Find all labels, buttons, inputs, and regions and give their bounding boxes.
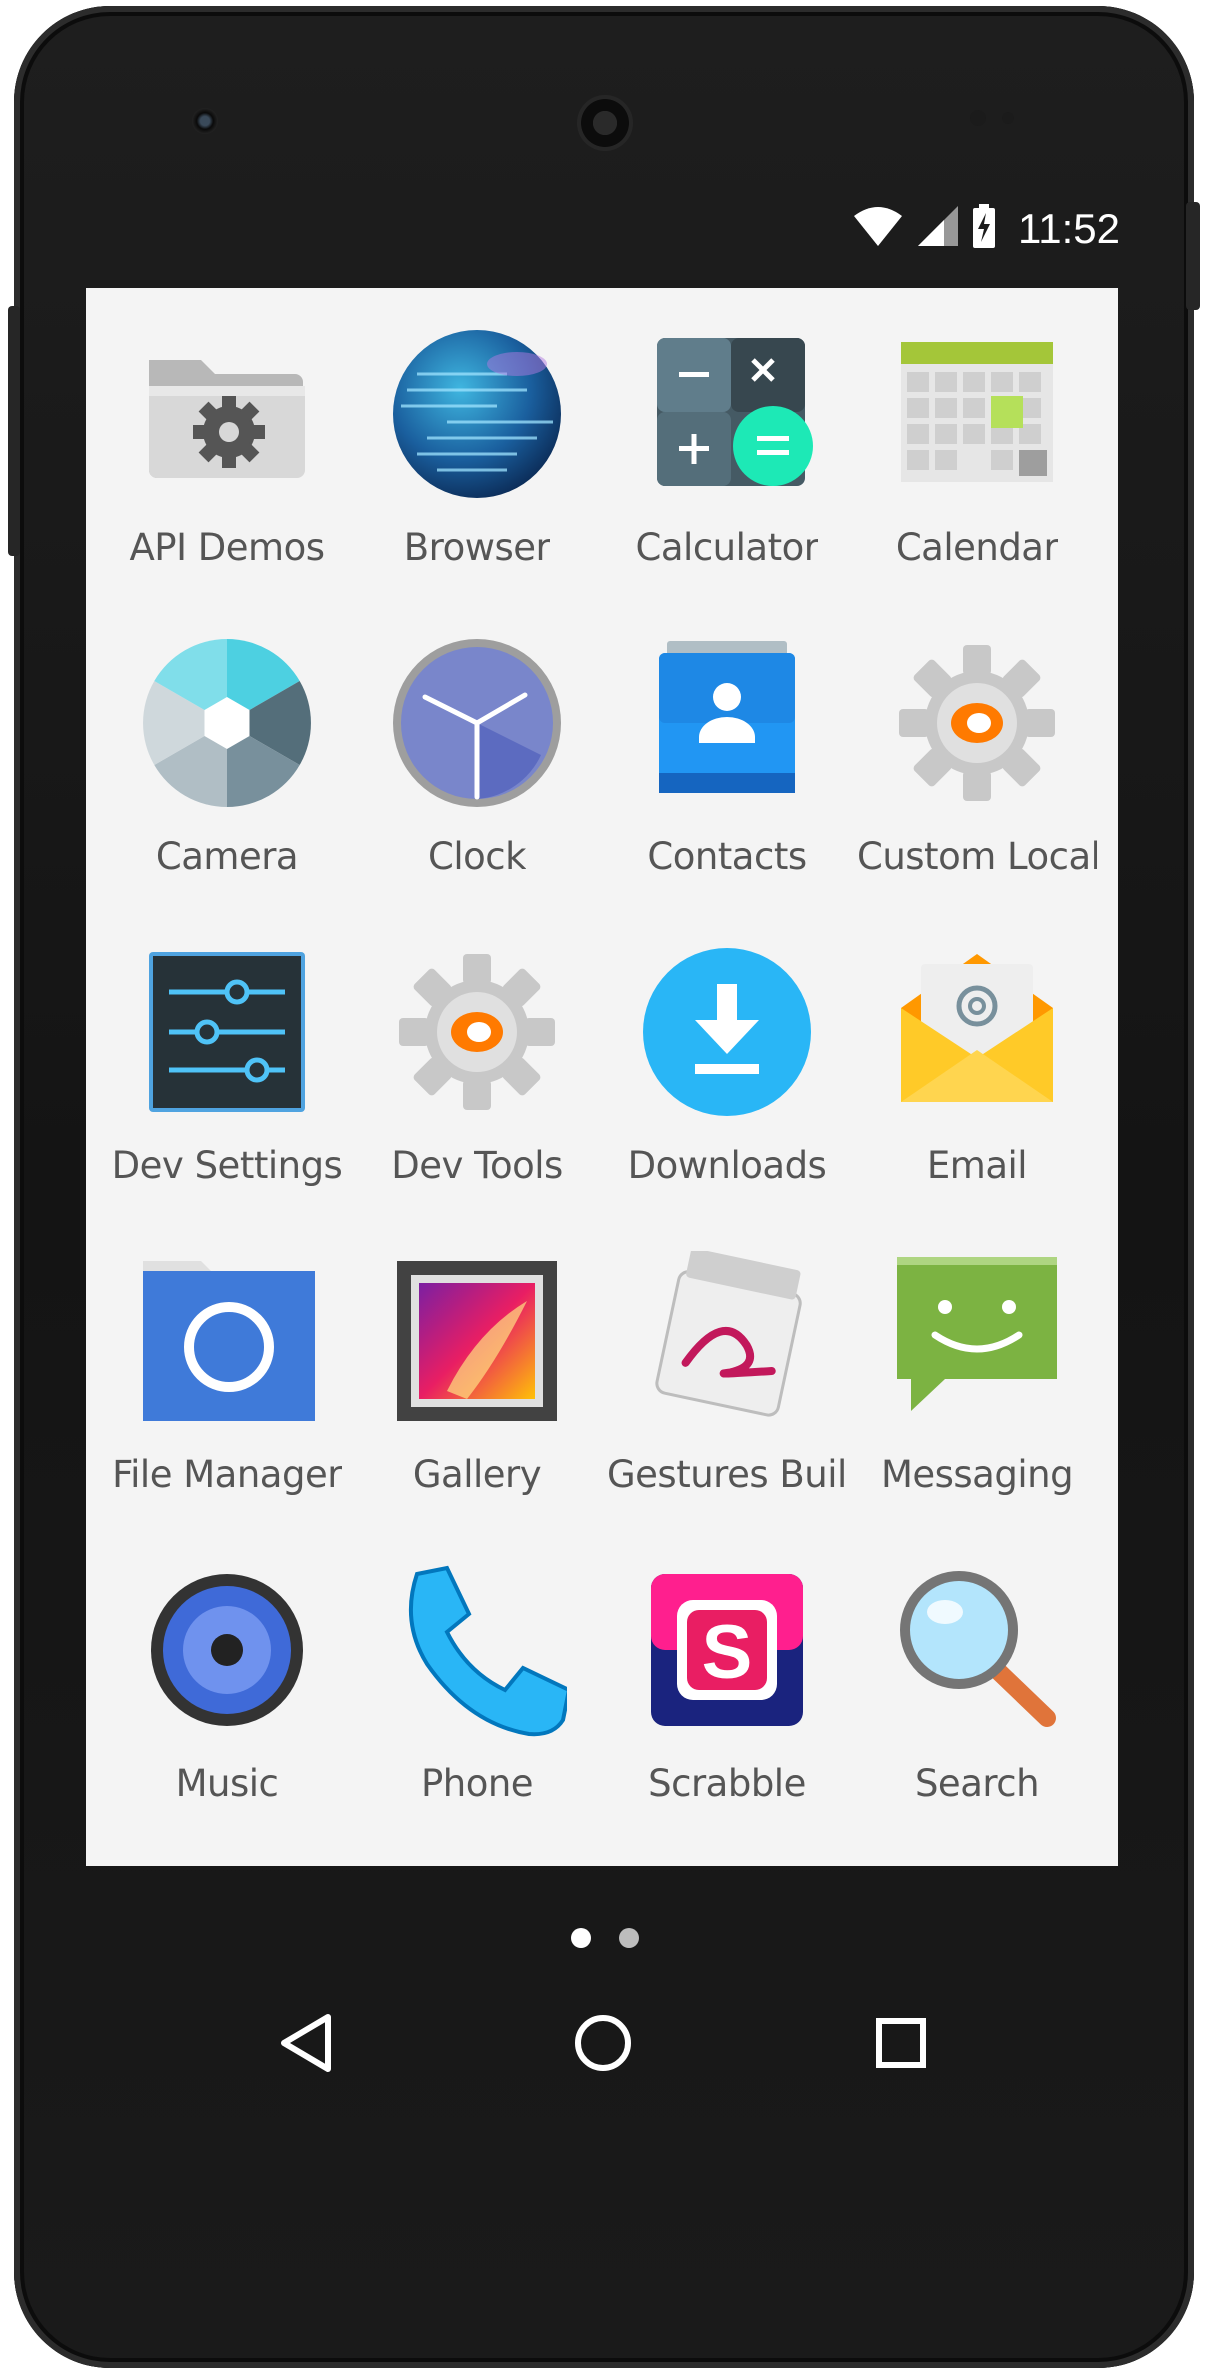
app-label: Downloads <box>627 1144 827 1187</box>
front-camera <box>192 108 218 134</box>
app-label: Camera <box>155 835 299 878</box>
back-triangle-icon <box>276 2011 336 2080</box>
app-phone[interactable]: Phone <box>352 1546 602 1855</box>
svg-text:S: S <box>702 1610 753 1695</box>
status-time: 11:52 <box>1018 204 1120 252</box>
app-label: Calendar <box>895 526 1059 569</box>
app-label: Contacts <box>647 835 807 878</box>
music-speaker-icon <box>137 1560 317 1740</box>
calculator-icon <box>637 324 817 504</box>
camera-shutter-icon <box>137 633 317 813</box>
app-downloads[interactable]: Downloads <box>602 928 852 1237</box>
app-messaging[interactable]: Messaging <box>852 1237 1102 1546</box>
app-calendar[interactable]: Calendar <box>852 310 1102 619</box>
app-email[interactable]: Email <box>852 928 1102 1237</box>
app-camera[interactable]: Camera <box>102 619 352 928</box>
wifi-icon <box>852 206 904 251</box>
custom-locale-gear-icon <box>887 633 1067 813</box>
app-music[interactable]: Music <box>102 1546 352 1855</box>
app-api-demos[interactable]: API Demos <box>102 310 352 619</box>
gestures-builder-icon <box>637 1251 817 1431</box>
file-manager-folder-icon <box>137 1251 317 1431</box>
navigation-bar <box>86 1990 1120 2100</box>
page-dot-inactive[interactable] <box>619 1928 639 1948</box>
contacts-icon <box>637 633 817 813</box>
email-envelope-icon <box>887 942 1067 1122</box>
app-drawer: API Demos Browser Calculator Calendar Ca… <box>86 288 1118 1866</box>
api-demos-folder-icon <box>137 324 317 504</box>
clock-icon <box>387 633 567 813</box>
search-magnifier-icon <box>887 1560 1067 1740</box>
app-label: Messaging <box>880 1453 1074 1496</box>
recents-button[interactable] <box>846 1990 956 2100</box>
messaging-icon <box>887 1251 1067 1431</box>
earpiece-speaker <box>577 95 633 151</box>
app-gestures-builder[interactable]: Gestures Buil… <box>602 1237 852 1546</box>
scrabble-icon: S <box>637 1560 817 1740</box>
app-contacts[interactable]: Contacts <box>602 619 852 928</box>
battery-charging-icon <box>972 204 996 253</box>
home-circle-icon <box>573 2013 633 2078</box>
gallery-picture-icon <box>387 1251 567 1431</box>
app-label: Phone <box>420 1762 534 1805</box>
app-label: Gestures Buil… <box>607 1453 847 1496</box>
browser-globe-icon <box>387 324 567 504</box>
app-label: Browser <box>403 526 551 569</box>
app-label: Calculator <box>635 526 819 569</box>
app-grid: API Demos Browser Calculator Calendar Ca… <box>86 310 1134 1855</box>
app-gallery[interactable]: Gallery <box>352 1237 602 1546</box>
app-label: Gallery <box>412 1453 542 1496</box>
page-dot-active[interactable] <box>571 1928 591 1948</box>
downloads-icon <box>637 942 817 1122</box>
dev-settings-sliders-icon <box>137 942 317 1122</box>
app-label: Music <box>175 1762 279 1805</box>
app-scrabble[interactable]: S Scrabble <box>602 1546 852 1855</box>
app-dev-tools[interactable]: Dev Tools <box>352 928 602 1237</box>
volume-button <box>8 306 20 556</box>
dev-tools-gear-icon <box>387 942 567 1122</box>
page-indicator <box>0 1928 1210 1948</box>
app-label: Email <box>926 1144 1028 1187</box>
app-label: Scrabble <box>648 1762 806 1805</box>
back-button[interactable] <box>251 1990 361 2100</box>
app-file-manager[interactable]: File Manager <box>102 1237 352 1546</box>
app-label: Search <box>914 1762 1040 1805</box>
app-label: Dev Tools <box>391 1144 563 1187</box>
app-label: File Manager <box>112 1453 342 1496</box>
app-label: API Demos <box>129 526 325 569</box>
app-dev-settings[interactable]: Dev Settings <box>102 928 352 1237</box>
app-label: Clock <box>427 835 527 878</box>
app-custom-locale[interactable]: Custom Locale <box>852 619 1102 928</box>
light-sensor <box>1002 112 1014 124</box>
app-clock[interactable]: Clock <box>352 619 602 928</box>
app-browser[interactable]: Browser <box>352 310 602 619</box>
calendar-icon <box>887 324 1067 504</box>
app-calculator[interactable]: Calculator <box>602 310 852 619</box>
app-label: Dev Settings <box>111 1144 343 1187</box>
proximity-sensor <box>970 110 986 126</box>
home-button[interactable] <box>548 1990 658 2100</box>
app-label: Custom Locale <box>857 835 1097 878</box>
phone-handset-icon <box>387 1560 567 1740</box>
power-button <box>1186 202 1200 310</box>
recents-square-icon <box>875 2017 927 2074</box>
cell-signal-icon <box>918 206 958 251</box>
app-search[interactable]: Search <box>852 1546 1102 1855</box>
status-bar: 11:52 <box>86 188 1120 276</box>
